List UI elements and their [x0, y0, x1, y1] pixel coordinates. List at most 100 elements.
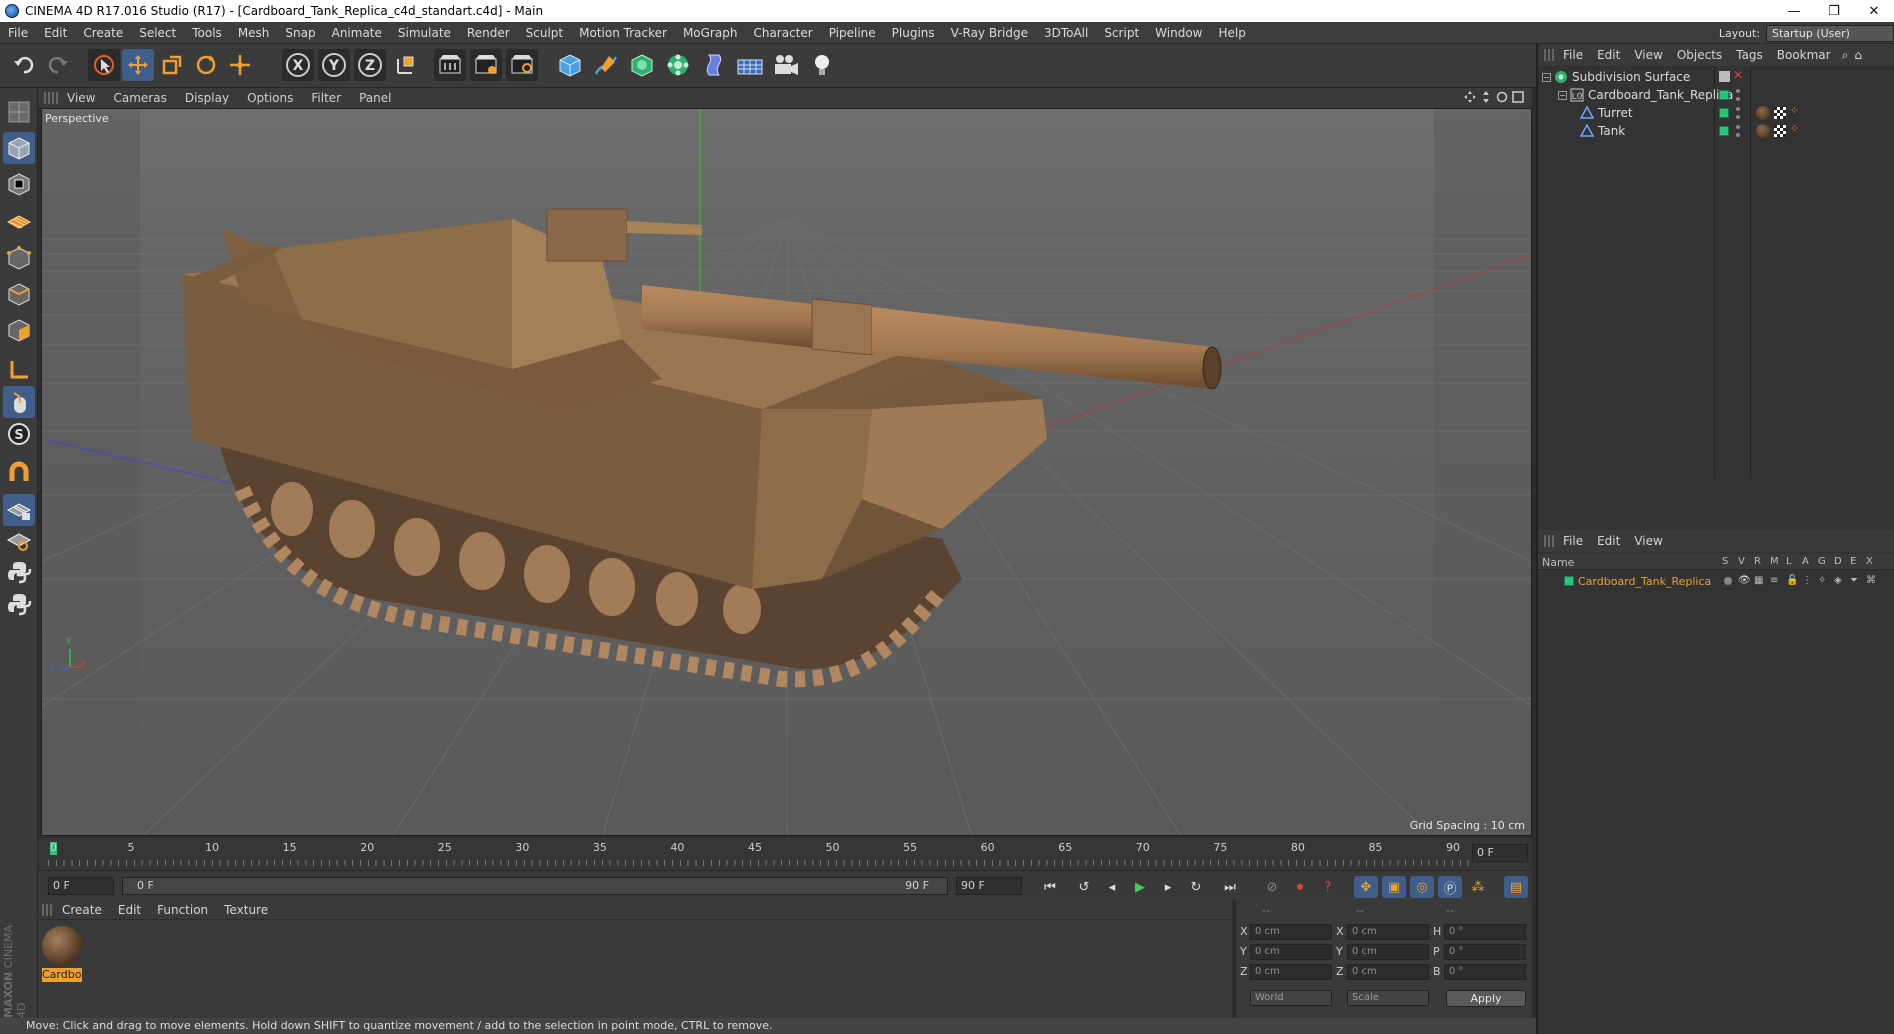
menu-select[interactable]: Select — [131, 26, 184, 40]
material-menu-create[interactable]: Create — [54, 903, 110, 917]
visibility-dots-icon[interactable] — [1736, 89, 1740, 101]
make-editable-icon[interactable] — [3, 96, 35, 128]
autokeying-icon[interactable]: ⏺ — [1288, 876, 1312, 898]
live-selection-icon[interactable] — [88, 49, 120, 81]
viewport-menu-display[interactable]: Display — [176, 91, 238, 105]
subdivision-surface-icon[interactable] — [626, 49, 658, 81]
material-name-label[interactable]: Cardboa — [42, 968, 82, 982]
perspective-viewport[interactable]: Perspective Y X Z Grid Spacing : 10 cm — [41, 108, 1532, 836]
object-row-turret[interactable]: Turret ⁘ — [1538, 104, 1894, 122]
menu-sculpt[interactable]: Sculpt — [518, 26, 571, 40]
python-script-2-icon[interactable] — [3, 588, 35, 620]
menu-plugins[interactable]: Plugins — [884, 26, 943, 40]
coordinate-mode-dropdown[interactable]: World — [1250, 990, 1332, 1006]
menu-vray-bridge[interactable]: V-Ray Bridge — [943, 26, 1036, 40]
object-name[interactable]: Subdivision Surface — [1572, 70, 1690, 84]
go-to-start-icon[interactable]: ⏮ — [1038, 876, 1062, 898]
pan-view-icon[interactable] — [1464, 91, 1476, 103]
menu-simulate[interactable]: Simulate — [390, 26, 459, 40]
layer-deformer-icon[interactable]: ◈ — [1834, 575, 1842, 586]
menu-character[interactable]: Character — [745, 26, 820, 40]
layer-xref-icon[interactable]: ⌘ — [1866, 575, 1876, 586]
layermgr-menu-file[interactable]: File — [1556, 534, 1590, 548]
key-parameter-icon[interactable]: Ⓟ — [1438, 876, 1462, 898]
snapping-icon[interactable]: S — [3, 418, 35, 450]
record-keys-icon[interactable]: ⊘ — [1260, 876, 1284, 898]
objmgr-menu-bookmarks[interactable]: Bookmar — [1770, 48, 1838, 62]
menu-file[interactable]: File — [0, 26, 36, 40]
light-icon[interactable] — [806, 49, 838, 81]
layermgr-menu-view[interactable]: View — [1627, 534, 1669, 548]
menu-mograph[interactable]: MoGraph — [675, 26, 746, 40]
axis-mode-icon[interactable] — [3, 354, 35, 386]
menu-render[interactable]: Render — [459, 26, 518, 40]
objmgr-menu-objects[interactable]: Objects — [1670, 48, 1729, 62]
key-rotation-icon[interactable]: ◎ — [1410, 876, 1434, 898]
apply-button[interactable]: Apply — [1446, 990, 1526, 1007]
keyframe-selection-icon[interactable]: ? — [1316, 876, 1340, 898]
selection-tag-icon[interactable]: ⁘ — [1790, 122, 1799, 135]
render-to-picture-viewer-icon[interactable] — [470, 49, 502, 81]
cloner-icon[interactable] — [662, 49, 694, 81]
menu-snap[interactable]: Snap — [277, 26, 323, 40]
close-button[interactable]: ✕ — [1854, 0, 1894, 22]
texture-mode-icon[interactable] — [3, 168, 35, 200]
uvw-tag-icon[interactable] — [1774, 107, 1786, 119]
position-x-field[interactable]: 0 cm — [1250, 924, 1332, 940]
menu-create[interactable]: Create — [75, 26, 131, 40]
layer-color-swatch[interactable] — [1719, 126, 1729, 136]
workplane-lock-icon[interactable] — [3, 494, 35, 526]
go-to-end-icon[interactable]: ⏭ — [1218, 876, 1242, 898]
maximize-view-icon[interactable] — [1512, 91, 1524, 103]
previous-frame-icon[interactable]: ◂ — [1100, 876, 1124, 898]
object-row-subdivision-surface[interactable]: − Subdivision Surface ✕ — [1538, 68, 1894, 86]
viewport-menu-options[interactable]: Options — [238, 91, 302, 105]
timeline-window-icon[interactable]: ▤ — [1504, 876, 1528, 898]
visibility-dots-icon[interactable] — [1736, 107, 1740, 119]
tweak-mode-icon[interactable] — [3, 386, 35, 418]
layer-expression-icon[interactable]: ⏷ — [1850, 575, 1858, 586]
python-script-icon[interactable] — [3, 556, 35, 588]
undo-icon[interactable] — [8, 49, 40, 81]
rotation-p-field[interactable]: 0 ° — [1444, 944, 1526, 960]
start-frame-field[interactable]: 0 F — [48, 877, 114, 895]
minimize-button[interactable]: — — [1774, 0, 1814, 22]
object-name[interactable]: Turret — [1598, 106, 1633, 120]
collapse-toggle-icon[interactable]: − — [1542, 72, 1551, 82]
menu-tools[interactable]: Tools — [184, 26, 230, 40]
magnet-icon[interactable] — [3, 458, 35, 490]
move-tool-icon[interactable] — [122, 49, 154, 81]
menu-window[interactable]: Window — [1147, 26, 1210, 40]
material-menu-function[interactable]: Function — [149, 903, 216, 917]
menu-3dtoall[interactable]: 3DToAll — [1036, 26, 1096, 40]
material-menu-texture[interactable]: Texture — [216, 903, 276, 917]
menu-help[interactable]: Help — [1210, 26, 1253, 40]
layer-row-cardboard-tank[interactable]: Cardboard_Tank_Replica 👁 ▦ ≡ 🔓 ⋮ ✧ ◈ ⏷ ⌘ — [1538, 572, 1894, 590]
position-z-field[interactable]: 0 cm — [1250, 964, 1332, 980]
object-name[interactable]: Tank — [1598, 124, 1625, 138]
layer-generator-icon[interactable]: ✧ — [1818, 575, 1826, 586]
scale-tool-icon[interactable] — [156, 49, 188, 81]
viewport-menu-panel[interactable]: Panel — [350, 91, 400, 105]
restore-button[interactable]: ❐ — [1814, 0, 1854, 22]
search-icon[interactable]: ⌕ — [1842, 48, 1849, 63]
recent-tool-icon[interactable] — [224, 49, 256, 81]
size-mode-dropdown[interactable]: Scale — [1347, 990, 1429, 1006]
layer-toggle-icon[interactable] — [1719, 71, 1730, 82]
polygons-mode-icon[interactable] — [3, 314, 35, 346]
menu-mesh[interactable]: Mesh — [230, 26, 278, 40]
material-menu-edit[interactable]: Edit — [110, 903, 149, 917]
menu-motion-tracker[interactable]: Motion Tracker — [571, 26, 675, 40]
collapse-toggle-icon[interactable]: − — [1558, 90, 1567, 100]
viewport-menu-view[interactable]: View — [58, 91, 104, 105]
next-key-icon[interactable]: ↻ — [1184, 876, 1208, 898]
uvw-tag-icon[interactable] — [1774, 125, 1786, 137]
material-tag-icon[interactable] — [1756, 124, 1770, 138]
menu-edit[interactable]: Edit — [36, 26, 75, 40]
layer-solo-icon[interactable] — [1724, 577, 1732, 585]
x-axis-lock-icon[interactable]: X — [282, 49, 314, 81]
layer-manager-icon[interactable]: ≡ — [1770, 575, 1778, 586]
coordinate-system-icon[interactable] — [390, 49, 422, 81]
points-mode-icon[interactable] — [3, 242, 35, 274]
layer-lock-icon[interactable]: 🔓 — [1786, 575, 1798, 586]
